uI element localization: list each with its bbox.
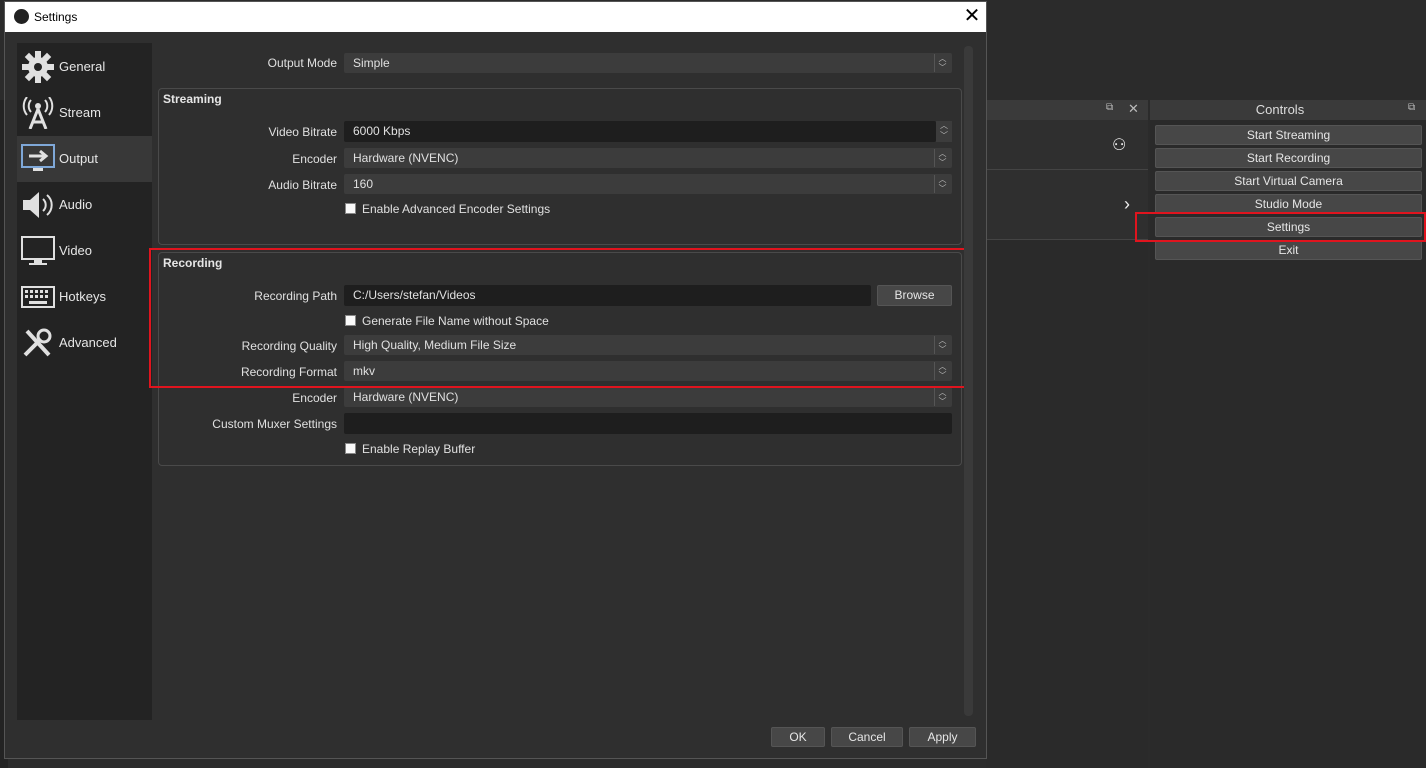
sidebar-item-label: Hotkeys — [59, 289, 106, 304]
recording-section-highlight — [149, 248, 973, 388]
monitor-icon — [21, 236, 55, 265]
spinbox-arrows-icon[interactable]: ︿ ﹀ — [936, 121, 952, 142]
dock-close-icon[interactable]: ✕ — [1128, 101, 1142, 117]
sidebar-item-general[interactable]: General — [17, 44, 152, 90]
up-down-arrow-icon: ︿ ﹀ — [934, 54, 950, 72]
settings-scrollbar[interactable] — [964, 46, 973, 716]
sidebar-item-advanced[interactable]: Advanced — [17, 320, 152, 366]
apply-button[interactable]: Apply — [909, 727, 976, 747]
dialog-titlebar[interactable] — [5, 2, 986, 32]
recording-encoder-value: Hardware (NVENC) — [353, 390, 459, 404]
streaming-encoder-value: Hardware (NVENC) — [353, 151, 459, 165]
sidebar-item-label: Advanced — [59, 335, 117, 350]
checkbox-label: Enable Replay Buffer — [362, 442, 476, 456]
replay-buffer-checkbox[interactable]: Enable Replay Buffer — [345, 441, 475, 457]
checkbox-box — [345, 443, 356, 454]
checkbox-label: Enable Advanced Encoder Settings — [362, 202, 551, 216]
controls-float-icon[interactable]: ⧉ — [1408, 102, 1420, 116]
custom-muxer-label: Custom Muxer Settings — [212, 417, 337, 431]
ok-button[interactable]: OK — [771, 727, 825, 747]
sidebar-item-label: Output — [59, 151, 99, 166]
sidebar-item-label: General — [59, 59, 106, 74]
sidebar-item-stream[interactable]: Stream — [17, 90, 152, 136]
recording-encoder-select[interactable]: Hardware (NVENC) ︿ ﹀ — [344, 387, 952, 407]
keyboard-icon — [21, 286, 55, 308]
exit-button[interactable]: Exit — [1155, 240, 1422, 260]
chevron-right-icon[interactable]: › — [1124, 194, 1138, 214]
advanced-encoder-checkbox[interactable]: Enable Advanced Encoder Settings — [345, 201, 550, 217]
sidebar-item-label: Audio — [59, 197, 93, 212]
speaker-icon — [23, 192, 53, 218]
sidebar-item-hotkeys[interactable]: Hotkeys — [17, 274, 152, 320]
streaming-encoder-select[interactable]: Hardware (NVENC) ︿ ﹀ — [344, 148, 952, 168]
gear-icon — [22, 51, 54, 83]
checkbox-box — [345, 203, 356, 214]
streaming-encoder-label: Encoder — [292, 152, 337, 166]
sidebar-item-video[interactable]: Video — [17, 228, 152, 274]
output-mode-label: Output Mode — [267, 56, 337, 70]
user-settings-icon[interactable]: ⚇ — [1112, 135, 1132, 155]
video-bitrate-label: Video Bitrate — [268, 125, 338, 139]
settings-button-highlight — [1135, 212, 1426, 242]
streaming-group-title: Streaming — [163, 92, 222, 106]
sidebar-item-audio[interactable]: Audio — [17, 182, 152, 228]
custom-muxer-input[interactable] — [344, 413, 952, 434]
sidebar-item-output[interactable]: Output — [17, 136, 152, 182]
sidebar-item-label: Video — [59, 243, 93, 258]
up-down-arrow-icon: ︿ ﹀ — [934, 388, 950, 406]
controls-title: Controls — [1255, 102, 1305, 117]
audio-bitrate-select[interactable]: 160 ︿ ﹀ — [344, 174, 952, 194]
recording-encoder-label: Encoder — [292, 391, 337, 405]
studio-mode-button[interactable]: Studio Mode — [1155, 194, 1422, 214]
start-recording-button[interactable]: Start Recording — [1155, 148, 1422, 168]
output-monitor-icon — [21, 144, 55, 171]
up-down-arrow-icon: ︿ ﹀ — [934, 149, 950, 167]
sidebar-item-label: Stream — [59, 105, 101, 120]
obs-dock-header — [986, 100, 1148, 120]
cancel-button[interactable]: Cancel — [831, 727, 903, 747]
video-bitrate-spinbox[interactable]: 6000 Kbps — [344, 121, 936, 142]
obs-logo-icon — [14, 9, 29, 24]
up-down-arrow-icon: ︿ ﹀ — [934, 175, 950, 193]
tools-icon — [23, 328, 52, 357]
output-mode-select[interactable]: Simple ︿ ﹀ — [344, 53, 952, 73]
audio-bitrate-label: Audio Bitrate — [268, 178, 337, 192]
dialog-title: Settings — [34, 10, 78, 24]
antenna-icon — [22, 97, 54, 129]
audio-bitrate-value: 160 — [353, 177, 374, 191]
output-mode-value: Simple — [353, 56, 390, 70]
dock-float-icon[interactable]: ⧉ — [1106, 102, 1118, 116]
start-virtual-camera-button[interactable]: Start Virtual Camera — [1155, 171, 1422, 191]
close-icon[interactable]: ✕ — [958, 2, 986, 32]
start-streaming-button[interactable]: Start Streaming — [1155, 125, 1422, 145]
